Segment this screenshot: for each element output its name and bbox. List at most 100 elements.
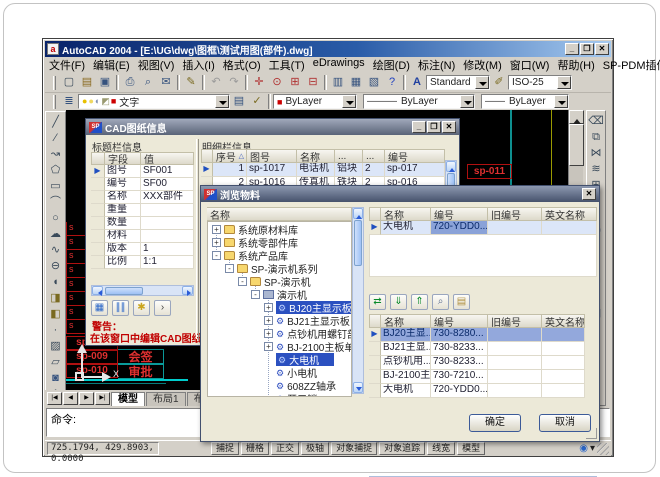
hscrollbar[interactable]: [91, 285, 194, 296]
col-code[interactable]: 编号: [385, 149, 445, 163]
toolpalettes-icon[interactable]: ▧: [365, 75, 383, 91]
barcode-icon[interactable]: ∥∥: [112, 300, 129, 316]
tree-expand[interactable]: +: [264, 342, 273, 351]
menu-insert[interactable]: 插入(I): [178, 57, 218, 73]
scroll-right-icon[interactable]: [182, 286, 193, 295]
table-row[interactable]: 名称 XXX部件: [91, 191, 194, 204]
layer-properties-icon[interactable]: ▤: [230, 94, 248, 110]
move-down-icon[interactable]: ⇓: [390, 294, 407, 310]
search-icon[interactable]: ⌕: [432, 294, 449, 310]
menu-dimension[interactable]: 标注(N): [414, 57, 459, 73]
menu-edit[interactable]: 编辑(E): [89, 57, 134, 73]
polar[interactable]: 极轴: [301, 442, 329, 455]
tree-header[interactable]: 名称: [207, 207, 352, 221]
layer-color-swatch[interactable]: ■: [111, 95, 116, 108]
snap[interactable]: 捕捉: [211, 442, 239, 455]
table-row[interactable]: 版本 1: [91, 243, 194, 256]
col-english-name[interactable]: 英文名称: [542, 314, 585, 328]
pan-icon[interactable]: ✛: [250, 75, 268, 91]
scrollbar-thumb[interactable]: [354, 220, 362, 266]
table-row[interactable]: ▶ 大电机 720-YDD0...: [369, 221, 597, 235]
ok-button[interactable]: 确定: [469, 414, 521, 432]
scroll-down-icon[interactable]: [353, 382, 363, 393]
menu-tools[interactable]: 工具(T): [265, 57, 309, 73]
mirror-icon[interactable]: ⋈: [588, 146, 604, 162]
status-menu-arrow-icon[interactable]: ▾: [590, 443, 595, 454]
col-name[interactable]: 名称: [381, 207, 431, 221]
tree-vscrollbar[interactable]: [352, 207, 364, 394]
polyline-icon[interactable]: ↝: [48, 147, 64, 163]
zoom-realtime-icon[interactable]: ⊙: [268, 75, 286, 91]
dialog-close-button[interactable]: ✕: [442, 121, 456, 133]
save-icon[interactable]: ▣: [96, 75, 114, 91]
tab-layout1[interactable]: 布局1: [146, 392, 186, 406]
table-row[interactable]: BJ21主显... 730-8233...: [369, 342, 585, 356]
col-code[interactable]: 编号: [431, 207, 488, 221]
last-tab-button[interactable]: ▶|: [95, 392, 110, 405]
table-row[interactable]: ▶ 图号 SF001: [91, 165, 194, 178]
redo-icon[interactable]: ↷: [225, 75, 243, 91]
scroll-up-icon[interactable]: [353, 208, 363, 219]
image-icon[interactable]: ◙: [48, 371, 64, 387]
menu-view[interactable]: 视图(V): [134, 57, 179, 73]
col-field[interactable]: 字段: [105, 152, 141, 165]
table-row[interactable]: 编号 SF00: [91, 178, 194, 191]
tree-expand[interactable]: +: [264, 329, 273, 338]
prev-tab-button[interactable]: ◀: [63, 392, 78, 405]
tree-expand[interactable]: +: [264, 303, 273, 312]
table-row[interactable]: 数量: [91, 217, 194, 230]
publish-icon[interactable]: ✉: [157, 75, 175, 91]
text-style-icon[interactable]: A: [408, 75, 426, 91]
tree-expand[interactable]: +: [212, 238, 221, 247]
ellipse-arc-icon[interactable]: ◖: [48, 275, 64, 291]
new-file-icon[interactable]: ▢: [60, 75, 78, 91]
title-bar[interactable]: a AutoCAD 2004 - [E:\UG\dwg\图框\测试用图(部件).…: [45, 41, 611, 57]
scroll-up-icon[interactable]: [446, 161, 456, 172]
first-tab-button[interactable]: |◀: [47, 392, 62, 405]
layer-on-icon[interactable]: ●: [82, 95, 87, 108]
close-button[interactable]: ✕: [595, 43, 609, 55]
value-cell[interactable]: XXX部件: [141, 191, 194, 204]
osnap[interactable]: 对象捕捉: [331, 442, 377, 455]
text-style-combo[interactable]: Standard: [426, 75, 490, 90]
table-row[interactable]: ▶ BJ20主显... 730-8280...: [369, 328, 585, 342]
resize-grip[interactable]: [597, 443, 609, 455]
undo-icon[interactable]: ↶: [207, 75, 225, 91]
tree-item[interactable]: ⚙开口销: [276, 392, 317, 397]
scrollbar-thumb[interactable]: [105, 287, 143, 295]
combo-arrow-icon[interactable]: [557, 76, 571, 89]
menu-edrawings[interactable]: eDrawings: [309, 57, 369, 73]
col-english-name[interactable]: 英文名称: [542, 207, 597, 221]
zoom-previous-icon[interactable]: ⊟: [304, 75, 322, 91]
col-name[interactable]: 名称: [297, 149, 335, 163]
menu-draw[interactable]: 绘图(D): [369, 57, 414, 73]
minimize-button[interactable]: _: [565, 43, 579, 55]
offset-icon[interactable]: ≋: [588, 162, 604, 178]
more-icon[interactable]: ›: [154, 300, 171, 316]
combo-arrow-icon[interactable]: [554, 95, 568, 108]
col-value[interactable]: 值: [141, 152, 194, 165]
value-cell[interactable]: SF001: [141, 165, 194, 178]
layer-combo[interactable]: ●●◐◩■ 文字: [78, 94, 230, 109]
menu-format[interactable]: 格式(O): [219, 57, 265, 73]
otrack[interactable]: 对象追踪: [379, 442, 425, 455]
properties-icon[interactable]: ▥: [329, 75, 347, 91]
value-cell[interactable]: 1: [141, 243, 194, 256]
help-icon[interactable]: ?: [383, 75, 401, 91]
color-combo[interactable]: ■ ByLayer: [273, 94, 357, 109]
value-cell[interactable]: 1:1: [141, 256, 194, 269]
next-tab-button[interactable]: ▶: [79, 392, 94, 405]
model[interactable]: 模型: [457, 442, 485, 455]
dialog-close-button[interactable]: ✕: [582, 188, 596, 200]
resize-grip[interactable]: [586, 428, 597, 439]
move-up-icon[interactable]: ⇑: [411, 294, 428, 310]
dim-style-combo[interactable]: ISO-25: [508, 75, 572, 90]
col-qty[interactable]: ...: [363, 149, 385, 163]
ellipse-icon[interactable]: ⊖: [48, 259, 64, 275]
col-old-code[interactable]: 旧编号: [488, 207, 542, 221]
table-row[interactable]: BJ-2100主... 730-7210...: [369, 370, 585, 384]
lineweight-combo[interactable]: —— ByLayer: [481, 94, 569, 109]
restore-button[interactable]: ❐: [580, 43, 594, 55]
menu-modify[interactable]: 修改(M): [459, 57, 506, 73]
hatch-icon[interactable]: ▨: [48, 339, 64, 355]
